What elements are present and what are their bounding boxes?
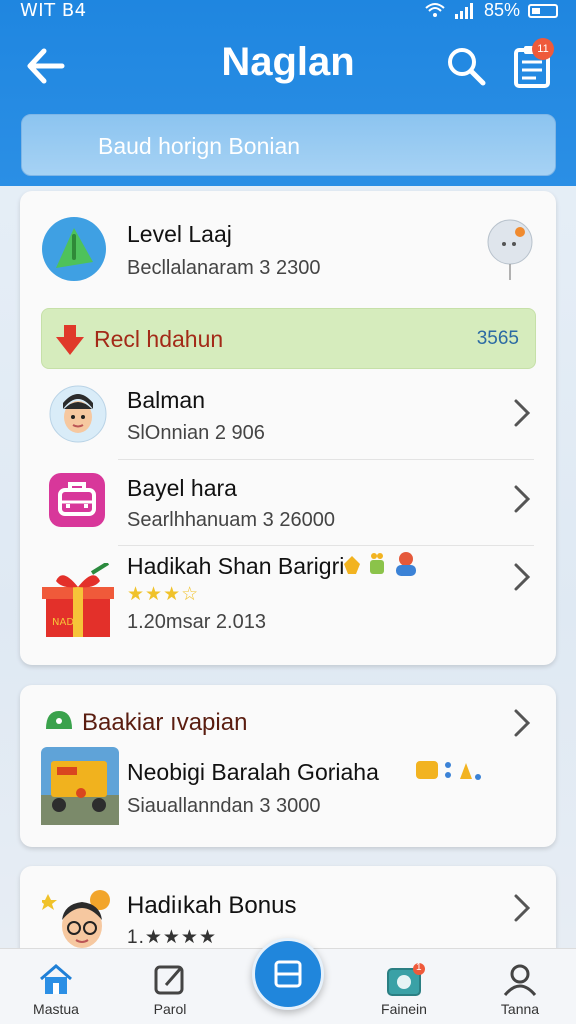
notification-badge: 11 (532, 38, 554, 60)
chevron-right-icon (514, 563, 531, 591)
chevron-right-icon (514, 709, 531, 737)
level-card: Level Laaj Becllalanaram 3 2300 Recl hda… (20, 191, 556, 665)
emoji-decoration-icon (416, 761, 481, 780)
item-subtitle: Siauallanndan 3 3000 (127, 795, 321, 817)
level-row[interactable]: Level Laaj Becllalanaram 3 2300 (20, 191, 556, 301)
level-title: Level Laaj (127, 221, 232, 247)
avatar-glasses-icon (42, 890, 110, 948)
leaf-icon (46, 711, 72, 729)
avatar-boy-icon (49, 385, 107, 443)
page-title: Naglan (221, 40, 355, 84)
signal-icon (454, 2, 473, 19)
list-item-bayel[interactable]: Bayel hara Searlhhanuam 3 26000 (20, 459, 556, 545)
search-input[interactable]: Baud horign Bonian (21, 114, 556, 176)
layout-icon (274, 960, 302, 988)
item-title: Neobigi Baralah Goriaha (127, 759, 379, 785)
rating-stars: ★★★☆ (127, 584, 200, 605)
battery-percent: 85% (483, 0, 520, 20)
item-subtitle: SlOnnian 2 906 (127, 422, 265, 444)
item-subtitle: 1.20msar 2.013 (127, 611, 266, 633)
status-bar: WIT B4 85% (0, 0, 576, 24)
chevron-right-icon (514, 485, 531, 513)
chevron-right-icon (514, 894, 531, 922)
search-button[interactable] (444, 44, 488, 88)
bonus-rating: 1.★★★★ (127, 927, 217, 948)
balloon-icon (487, 219, 533, 280)
triangle-badge-icon (42, 217, 106, 281)
list-item-balman[interactable]: Balman SlOnnian 2 906 (20, 373, 556, 459)
item-title: Hadikah Shan Barigri (127, 553, 345, 579)
reward-value: 3565 (476, 328, 519, 349)
app-bar: Naglan 11 (0, 34, 576, 98)
nav-item-home[interactable]: Mastua (8, 963, 104, 1023)
home-icon (40, 964, 72, 994)
nav-item-profile[interactable]: Tanna (472, 963, 568, 1023)
item-title: Balman (127, 387, 205, 413)
app-header: WIT B4 85% Naglan 11 Baud horign Bonian (0, 0, 576, 186)
nav-label: Parol (153, 1001, 187, 1017)
nav-label: Fainein (381, 1001, 427, 1017)
nav-label: Tanna (500, 1001, 540, 1017)
reward-highlight[interactable]: Recl hdahun 3565 (41, 308, 536, 369)
svg-text:NAD: NAD (52, 617, 74, 628)
arrow-down-icon (56, 325, 84, 355)
battery-icon (528, 3, 558, 18)
backyard-card: Baakiar ıvapian Neobigi Baralah Goriaha … (20, 685, 556, 847)
search-icon (448, 48, 486, 86)
section-title: Baakiar ıvapian (82, 709, 248, 736)
wifi-icon (425, 2, 445, 17)
item-subtitle: Searlhhanuam 3 26000 (127, 509, 335, 531)
nav-item-edit[interactable]: Parol (122, 963, 218, 1023)
nav-badge: 1 (416, 962, 422, 973)
section-header[interactable]: Baakiar ıvapian (20, 685, 556, 745)
briefcase-icon (49, 473, 105, 527)
clipboard-button[interactable]: 11 (508, 38, 556, 90)
status-icons: 85% (424, 0, 558, 21)
chevron-right-icon (514, 399, 531, 427)
delivery-cart-icon (41, 747, 119, 825)
nav-item-camera[interactable]: 1 Fainein (356, 962, 452, 1023)
item-title: Bayel hara (127, 475, 237, 501)
list-item-neobigi[interactable]: Neobigi Baralah Goriaha Siauallanndan 3 … (20, 745, 556, 847)
bonus-title: Hadiıkah Bonus (127, 892, 297, 919)
gift-box-icon: NAD (42, 563, 114, 637)
search-input-text: Baud horign Bonian (98, 133, 301, 159)
emoji-decoration-icon (344, 552, 416, 576)
user-icon (503, 964, 537, 996)
list-item-hadikah[interactable]: NAD Hadikah Shan Barigri ★★★☆ 1.20msar 2… (20, 545, 556, 665)
nav-label: Mastua (33, 1001, 79, 1017)
center-action-button[interactable] (252, 938, 324, 1010)
level-subtitle: Becllalanaram 3 2300 (127, 257, 321, 279)
edit-icon (154, 965, 184, 995)
reward-label: Recl hdahun (94, 326, 224, 352)
status-carrier: WIT B4 (20, 0, 87, 21)
